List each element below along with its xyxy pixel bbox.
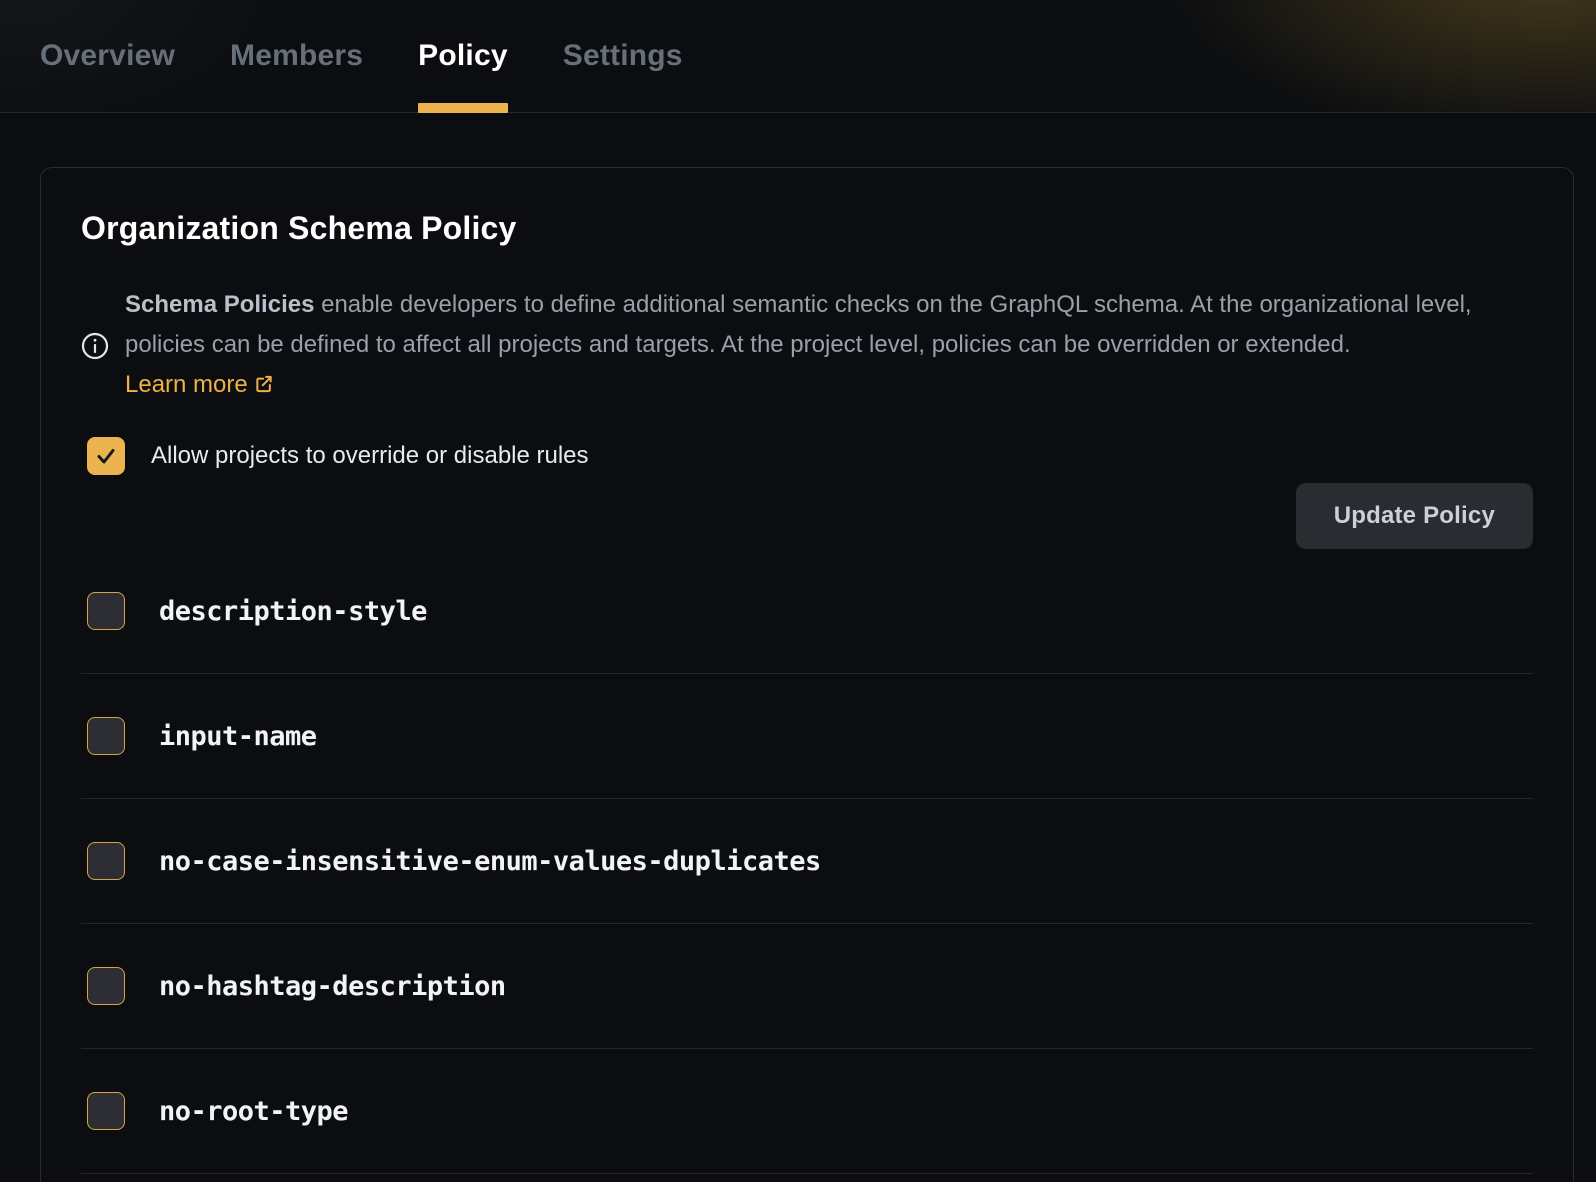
schema-policy-card: Organization Schema Policy Schema Polici… [40,167,1574,1182]
tab-policy-label: Policy [418,39,508,73]
allow-override-row[interactable]: Allow projects to override or disable ru… [81,437,1533,475]
rule-row-no-hashtag-description[interactable]: no-hashtag-description [81,924,1533,1049]
tab-overview[interactable]: Overview [40,0,175,113]
tab-overview-label: Overview [40,39,175,73]
rule-checkbox[interactable] [87,842,125,880]
rule-row-input-name[interactable]: input-name [81,674,1533,799]
tab-bar: Overview Members Policy Settings [0,0,1596,113]
tab-policy[interactable]: Policy [418,0,508,113]
rule-row-no-root-type[interactable]: no-root-type [81,1049,1533,1174]
rule-checkbox[interactable] [87,1092,125,1130]
update-policy-button[interactable]: Update Policy [1296,483,1533,549]
rule-checkbox[interactable] [87,967,125,1005]
tab-members-label: Members [230,39,363,73]
page-title: Organization Schema Policy [81,210,1533,247]
tab-settings[interactable]: Settings [563,0,683,113]
external-link-icon [254,367,274,407]
rule-row-description-style[interactable]: description-style [81,549,1533,674]
rule-name: input-name [159,721,317,752]
rule-name: no-case-insensitive-enum-values-duplicat… [159,846,821,877]
rule-checkbox[interactable] [87,592,125,630]
main-content: Organization Schema Policy Schema Polici… [0,113,1596,1182]
button-row: Update Policy [81,483,1533,549]
rule-checkbox[interactable] [87,717,125,755]
learn-more-link[interactable]: Learn more [125,371,274,398]
allow-override-checkbox[interactable] [87,437,125,475]
description-bold-term: Schema Policies [125,291,314,318]
info-icon [81,332,109,360]
rule-name: no-hashtag-description [159,971,506,1002]
rules-list: description-style input-name no-case-ins… [81,549,1533,1174]
active-tab-underline [418,103,508,113]
policy-description: Schema Policies enable developers to def… [81,285,1533,407]
rule-name: description-style [159,596,427,627]
tab-settings-label: Settings [563,39,683,73]
policy-description-text: Schema Policies enable developers to def… [125,285,1497,407]
rule-row-no-case-insensitive-enum-values-duplicates[interactable]: no-case-insensitive-enum-values-duplicat… [81,799,1533,924]
rule-name: no-root-type [159,1096,348,1127]
tab-members[interactable]: Members [230,0,363,113]
check-icon [94,444,118,468]
allow-override-label: Allow projects to override or disable ru… [151,442,589,470]
description-body: enable developers to define additional s… [125,291,1472,358]
learn-more-label: Learn more [125,371,248,398]
